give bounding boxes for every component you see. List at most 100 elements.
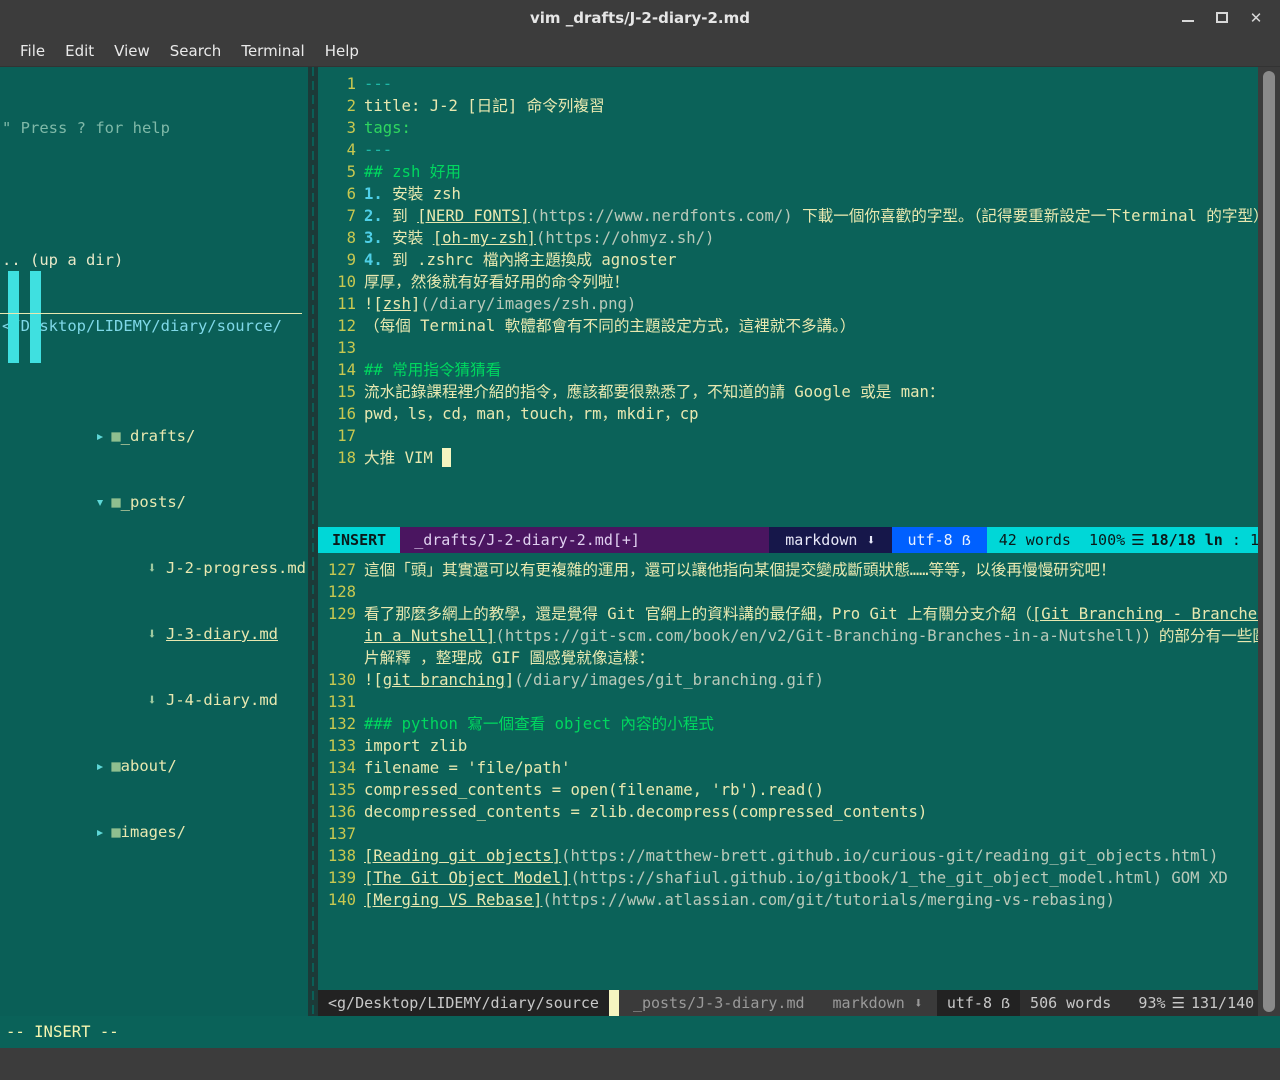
buffer-line[interactable]: 133 import zlib bbox=[318, 735, 1280, 757]
chevron-right-icon[interactable]: ▸ bbox=[95, 425, 111, 447]
buffer-line[interactable]: 139 [The Git Object Model](https://shafiu… bbox=[318, 867, 1280, 889]
nerdtree-label: J-2-progress.md bbox=[166, 559, 306, 577]
chevron-right-icon[interactable]: ▸ bbox=[95, 821, 111, 843]
line-number: 5 bbox=[346, 163, 356, 181]
editor-pane-bottom[interactable]: 127 這個「頭」其實還可以有更複雜的運用，還可以讓他指向某個提交變成斷頭狀態……… bbox=[318, 553, 1280, 990]
nerdtree-node-posts[interactable]: ▾ ■_posts/ bbox=[0, 469, 308, 511]
buffer-line[interactable]: 9 4. 到 .zshrc 檔內將主題換成 agnoster bbox=[318, 249, 1280, 271]
line-number: 128 bbox=[327, 583, 356, 601]
nerdtree-node-images[interactable]: ▸ ■images/ bbox=[0, 799, 308, 841]
text-span: 下載一個你喜歡的字型。（記得要重新設定一下terminal 的字型） bbox=[792, 207, 1269, 225]
buffer-line[interactable]: 130 ![git branching](/diary/images/git_br… bbox=[318, 669, 1280, 691]
line-content: ![zsh](/diary/images/zsh.png) bbox=[364, 293, 1278, 315]
line-number: 135 bbox=[327, 781, 356, 799]
statusline-encoding: utf-8 ẞ bbox=[891, 527, 987, 553]
text-span: 內容的小程式 bbox=[620, 715, 714, 733]
buffer-line[interactable]: 16 pwd，ls，cd，man，touch，rm，mkdir，cp bbox=[318, 403, 1280, 425]
buffer-line[interactable]: 4 --- bbox=[318, 139, 1280, 161]
menu-item-help[interactable]: Help bbox=[315, 39, 369, 63]
buffer-line[interactable]: 137 bbox=[318, 823, 1280, 845]
line-number: 16 bbox=[337, 405, 356, 423]
minimize-icon[interactable] bbox=[1180, 10, 1196, 26]
vim-command-line[interactable]: -- INSERT -- bbox=[0, 1016, 1280, 1048]
list-icon: ☰ bbox=[1171, 994, 1185, 1012]
buffer-line[interactable]: 2 title: J-2 [日記] 命令列複習 bbox=[318, 95, 1280, 117]
top-buffer-text[interactable]: 1 --- 2 title: J-2 [日記] 命令列複習 3 tags: 4 --- 5 ## … bbox=[318, 67, 1280, 469]
bottom-buffer-text[interactable]: 127 這個「頭」其實還可以有更複雜的運用，還可以讓他指向某個提交變成斷頭狀態……… bbox=[318, 553, 1280, 911]
close-icon[interactable]: ✕ bbox=[1248, 10, 1264, 26]
text-span: 4. bbox=[364, 251, 393, 269]
file-icon: ⬇ bbox=[147, 559, 157, 577]
buffer-line[interactable]: 140 [Merging VS Rebase](https://www.atlas… bbox=[318, 889, 1280, 911]
buffer-line[interactable]: 18 大推 VIM bbox=[318, 447, 1280, 469]
buffer-line[interactable]: 14 ## 常用指令猜猜看 bbox=[318, 359, 1280, 381]
nerdtree-node-j4-diary[interactable]: ⬇ J-4-diary.md bbox=[0, 667, 308, 709]
buffer-line[interactable]: 15 流水記錄課程裡介紹的指令，應該都要很熟悉了，不知道的請 Google 或是 … bbox=[318, 381, 1280, 403]
nerdtree-node-about[interactable]: ▸ ■about/ bbox=[0, 733, 308, 775]
text-cursor bbox=[442, 448, 452, 467]
statusline-stats: 42 words 100% ☰ 18/18 ln : 10 bbox=[986, 527, 1280, 553]
maximize-icon[interactable] bbox=[1214, 10, 1230, 26]
nerdtree-node-j3-diary[interactable]: ⬇ J-3-diary.md bbox=[0, 601, 308, 643]
line-content: pwd，ls，cd，man，touch，rm，mkdir，cp bbox=[364, 403, 1278, 425]
filetype-icon: ⬇ bbox=[866, 531, 876, 549]
text-span: zsh bbox=[392, 163, 430, 181]
buffer-line[interactable]: 8 3. 安裝 [oh-my-zsh](https://ohmyz.sh/) bbox=[318, 227, 1280, 249]
line-number: 131 bbox=[327, 693, 356, 711]
editor-pane-top[interactable]: 1 --- 2 title: J-2 [日記] 命令列複習 3 tags: 4 --- 5 ## … bbox=[318, 67, 1280, 527]
nerdtree-label: _drafts/ bbox=[120, 427, 196, 445]
scrollbar-thumb[interactable] bbox=[1263, 71, 1275, 1012]
buffer-line[interactable]: 136 decompressed_contents = zlib.decompre… bbox=[318, 801, 1280, 823]
line-content: 看了那麼多網上的教學，還是覺得 Git 官網上的資料講的最仔細，Pro Git … bbox=[364, 603, 1278, 669]
buffer-line[interactable]: 7 2. 到 [NERD FONTS](https://www.nerdfonts… bbox=[318, 205, 1280, 227]
folder-icon: ■ bbox=[111, 493, 121, 511]
buffer-line[interactable]: 1 --- bbox=[318, 73, 1280, 95]
buffer-line[interactable]: 131 bbox=[318, 691, 1280, 713]
line-number: 14 bbox=[337, 361, 356, 379]
buffer-line[interactable]: 11 ![zsh](/diary/images/zsh.png) bbox=[318, 293, 1280, 315]
vertical-split-separator[interactable] bbox=[308, 67, 318, 1016]
buffer-line[interactable]: 13 bbox=[318, 337, 1280, 359]
text-span: 厚厚，然後就有好看好用的命令列啦！ bbox=[364, 273, 630, 291]
nerdtree-label: about/ bbox=[120, 757, 177, 775]
nerdtree-up-a-dir[interactable]: .. (up a dir) bbox=[0, 249, 308, 271]
line-position: 131/140 bbox=[1190, 994, 1255, 1012]
menu-item-file[interactable]: File bbox=[10, 39, 55, 63]
menu-item-edit[interactable]: Edit bbox=[55, 39, 104, 63]
vim-window: vim _drafts/J-2-diary-2.md ✕ File Edit V… bbox=[0, 0, 1280, 1080]
line-content: 大推 VIM bbox=[364, 447, 1278, 469]
menu-item-search[interactable]: Search bbox=[160, 39, 232, 63]
menu-item-terminal[interactable]: Terminal bbox=[231, 39, 314, 63]
buffer-line[interactable]: 134 filename = 'file/path' bbox=[318, 757, 1280, 779]
line-content: ### python 寫一個查看 object 內容的小程式 bbox=[364, 713, 1278, 735]
vertical-scrollbar[interactable] bbox=[1258, 67, 1280, 1016]
nerdtree-node-j2-progress[interactable]: ⬇ J-2-progress.md bbox=[0, 535, 308, 577]
line-number: 130 bbox=[327, 671, 356, 689]
line-content: ## 常用指令猜猜看 bbox=[364, 359, 1278, 381]
text-span: (https://ohmyz.sh/) bbox=[536, 229, 715, 247]
chevron-right-icon[interactable]: ▸ bbox=[95, 755, 111, 777]
buffer-line[interactable]: 128 bbox=[318, 581, 1280, 603]
nerdtree-node-drafts[interactable]: ▸ ■_drafts/ bbox=[0, 403, 308, 445]
buffer-line[interactable]: 6 1. 安裝 zsh bbox=[318, 183, 1280, 205]
buffer-line[interactable]: 17 bbox=[318, 425, 1280, 447]
buffer-line[interactable]: 129 看了那麼多網上的教學，還是覺得 Git 官網上的資料講的最仔細，Pro G… bbox=[318, 603, 1280, 669]
buffer-line[interactable]: 127 這個「頭」其實還可以有更複雜的運用，還可以讓他指向某個提交變成斷頭狀態……… bbox=[318, 559, 1280, 581]
buffer-line[interactable]: 138 [Reading git objects](https://matthew… bbox=[318, 845, 1280, 867]
chevron-down-icon[interactable]: ▾ bbox=[95, 491, 111, 513]
buffer-line[interactable]: 3 tags: bbox=[318, 117, 1280, 139]
buffer-line[interactable]: 132 ### python 寫一個查看 object 內容的小程式 bbox=[318, 713, 1280, 735]
buffer-line[interactable]: 12 （每個 Terminal 軟體都會有不同的主題設定方式，這裡就不多講。） bbox=[318, 315, 1280, 337]
buffer-line[interactable]: 135 compressed_contents = open(filename, … bbox=[318, 779, 1280, 801]
statusline-cursor-marker bbox=[608, 990, 619, 1016]
nerdtree-sidebar[interactable]: " Press ? for help .. (up a dir) </Deskt… bbox=[0, 67, 308, 1016]
buffer-line[interactable]: 10 厚厚，然後就有好看好用的命令列啦！ bbox=[318, 271, 1280, 293]
nerdtree-root-path[interactable]: </Desktop/LIDEMY/diary/source/ bbox=[0, 315, 308, 337]
menu-item-view[interactable]: View bbox=[104, 39, 160, 63]
text-span: 流水記錄課程裡介紹的指令，應該都要很熟悉了，不知道的請 Google 或是 ma… bbox=[364, 383, 945, 401]
text-span: 好用 bbox=[429, 163, 461, 181]
line-content: （每個 Terminal 軟體都會有不同的主題設定方式，這裡就不多講。） bbox=[364, 315, 1278, 337]
line-content: 這個「頭」其實還可以有更複雜的運用，還可以讓他指向某個提交變成斷頭狀態……等等，… bbox=[364, 559, 1278, 581]
vim-mode-indicator: INSERT bbox=[318, 527, 401, 553]
buffer-line[interactable]: 5 ## zsh 好用 bbox=[318, 161, 1280, 183]
